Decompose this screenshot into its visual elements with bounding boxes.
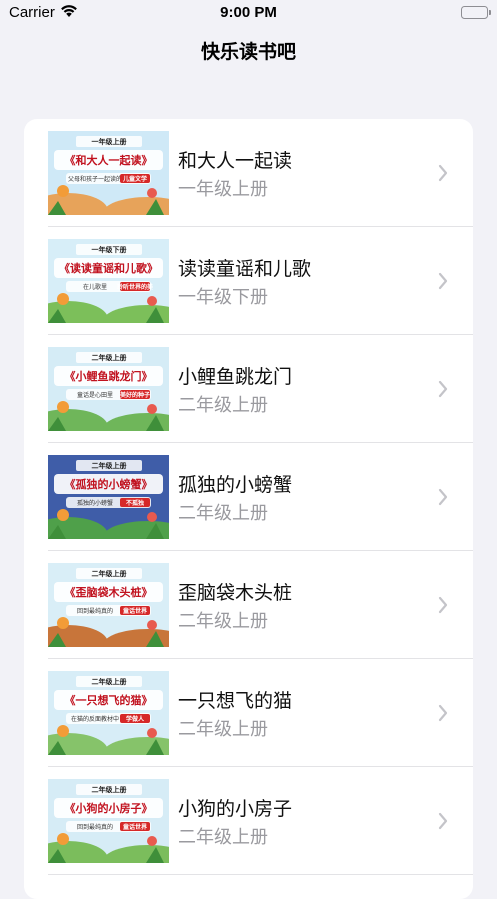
chevron-right-icon: [437, 379, 449, 399]
book-cover-image: 二年级上册《歪脑袋木头桩》回到最纯真的 童话世界: [48, 563, 169, 647]
book-cover-image: 一年级下册《读读童谣和儿歌》在儿歌里 聆听世界的美: [48, 239, 169, 323]
book-title: 一只想飞的猫: [178, 690, 293, 712]
chevron-right-icon: [437, 703, 449, 723]
svg-text:学做人: 学做人: [126, 715, 145, 723]
battery-icon: [461, 6, 491, 19]
svg-text:二年级上册: 二年级上册: [92, 353, 127, 362]
svg-text:聆听世界的美: 聆听世界的美: [117, 283, 154, 291]
book-grade: 一年级上册: [178, 179, 268, 200]
svg-text:童话世界: 童话世界: [123, 823, 148, 831]
book-cover-image: 二年级上册《孤独的小螃蟹》孤独的小螃蟹 不孤独: [48, 455, 169, 539]
clock: 9:00 PM: [220, 4, 277, 21]
svg-text:《和大人一起读》: 《和大人一起读》: [65, 153, 153, 167]
book-grade: 二年级上册: [178, 395, 268, 416]
page-title: 快乐读书吧: [200, 41, 296, 63]
book-title: 孤独的小螃蟹: [178, 474, 293, 496]
book-list-item[interactable]: 二年级上册 《小狗的小房子》 回到最纯真的 童话世界 小狗的小房子 二年级上册: [24, 767, 473, 875]
svg-text:父母和孩子一起读的: 父母和孩子一起读的: [68, 175, 122, 183]
book-list-item[interactable]: 二年级上册 《小鲤鱼跳龙门》 童话是心田里 美好的种子 小鲤鱼跳龙门 二年级上册: [24, 335, 473, 443]
chevron-right-icon: [437, 271, 449, 291]
book-title: 读读童谣和儿歌: [178, 258, 312, 280]
chevron-right-icon: [437, 163, 449, 183]
book-title: 和大人一起读: [178, 150, 293, 172]
book-cover-image: 二年级上册《一只想飞的猫》在猫的反面教材中 学做人: [48, 671, 169, 755]
svg-text:《读读童谣和儿歌》: 《读读童谣和儿歌》: [59, 261, 158, 275]
svg-text:童话世界: 童话世界: [123, 607, 148, 615]
svg-text:不孤独: 不孤独: [126, 499, 144, 507]
svg-text:《孤独的小螃蟹》: 《孤独的小螃蟹》: [65, 477, 153, 491]
svg-text:《歪脑袋木头桩》: 《歪脑袋木头桩》: [65, 585, 153, 599]
book-list-item[interactable]: 二年级上册 《歪脑袋木头桩》 回到最纯真的 童话世界 歪脑袋木头桩 二年级上册: [24, 551, 473, 659]
book-list: 一年级上册 《和大人一起读》 父母和孩子一起读的 儿童文学 和大人一起读 一年级上册 一年级…: [24, 119, 473, 899]
svg-text:一年级上册: 一年级上册: [92, 137, 127, 146]
book-cover-image: 二年级上册《小鲤鱼跳龙门》童话是心田里 美好的种子: [48, 347, 169, 431]
svg-text:一年级下册: 一年级下册: [92, 245, 127, 254]
book-title: 小鲤鱼跳龙门: [178, 366, 293, 388]
svg-text:二年级上册: 二年级上册: [92, 785, 127, 794]
book-grade: 二年级上册: [178, 719, 268, 740]
svg-text:回到最纯真的: 回到最纯真的: [77, 607, 113, 615]
chevron-right-icon: [437, 595, 449, 615]
svg-text:《小鲤鱼跳龙门》: 《小鲤鱼跳龙门》: [65, 369, 153, 383]
book-grade: 二年级上册: [178, 503, 268, 524]
svg-text:回到最纯真的: 回到最纯真的: [77, 823, 113, 831]
status-bar: Carrier 9:00 PM: [0, 0, 497, 26]
book-list-item[interactable]: 一年级上册 《和大人一起读》 父母和孩子一起读的 儿童文学 和大人一起读 一年级上册: [24, 119, 473, 227]
svg-text:在儿歌里: 在儿歌里: [83, 283, 107, 291]
book-cover-image: 二年级上册《小狗的小房子》回到最纯真的 童话世界: [48, 779, 169, 863]
chevron-right-icon: [437, 811, 449, 831]
book-title: 小狗的小房子: [178, 798, 293, 820]
book-list-item[interactable]: 一年级下册 《读读童谣和儿歌》 在儿歌里 聆听世界的美 读读童谣和儿歌 一年级下册: [24, 227, 473, 335]
svg-text:二年级上册: 二年级上册: [92, 461, 127, 470]
svg-text:在猫的反面教材中: 在猫的反面教材中: [71, 715, 119, 723]
book-grade: 二年级上册: [178, 611, 268, 632]
row-divider: [48, 874, 473, 875]
svg-text:儿童文学: 儿童文学: [122, 175, 147, 183]
book-cover-image: 一年级上册《和大人一起读》父母和孩子一起读的 儿童文学: [48, 131, 169, 215]
svg-text:孤独的小螃蟹: 孤独的小螃蟹: [77, 499, 113, 507]
book-list-item[interactable]: 二年级上册 《一只想飞的猫》 在猫的反面教材中 学做人 一只想飞的猫 二年级上册: [24, 659, 473, 767]
svg-text:《一只想飞的猫》: 《一只想飞的猫》: [65, 693, 153, 707]
svg-text:童话是心田里: 童话是心田里: [77, 391, 113, 399]
chevron-right-icon: [437, 487, 449, 507]
book-grade: 二年级上册: [178, 827, 268, 848]
svg-text:二年级上册: 二年级上册: [92, 677, 127, 686]
svg-text:《小狗的小房子》: 《小狗的小房子》: [65, 801, 153, 815]
svg-text:美好的种子: 美好的种子: [119, 391, 150, 399]
svg-text:二年级上册: 二年级上册: [92, 569, 127, 578]
book-grade: 一年级下册: [178, 287, 268, 308]
book-title: 歪脑袋木头桩: [178, 582, 293, 604]
book-list-item[interactable]: 二年级上册 《孤独的小螃蟹》 孤独的小螃蟹 不孤独 孤独的小螃蟹 二年级上册: [24, 443, 473, 551]
